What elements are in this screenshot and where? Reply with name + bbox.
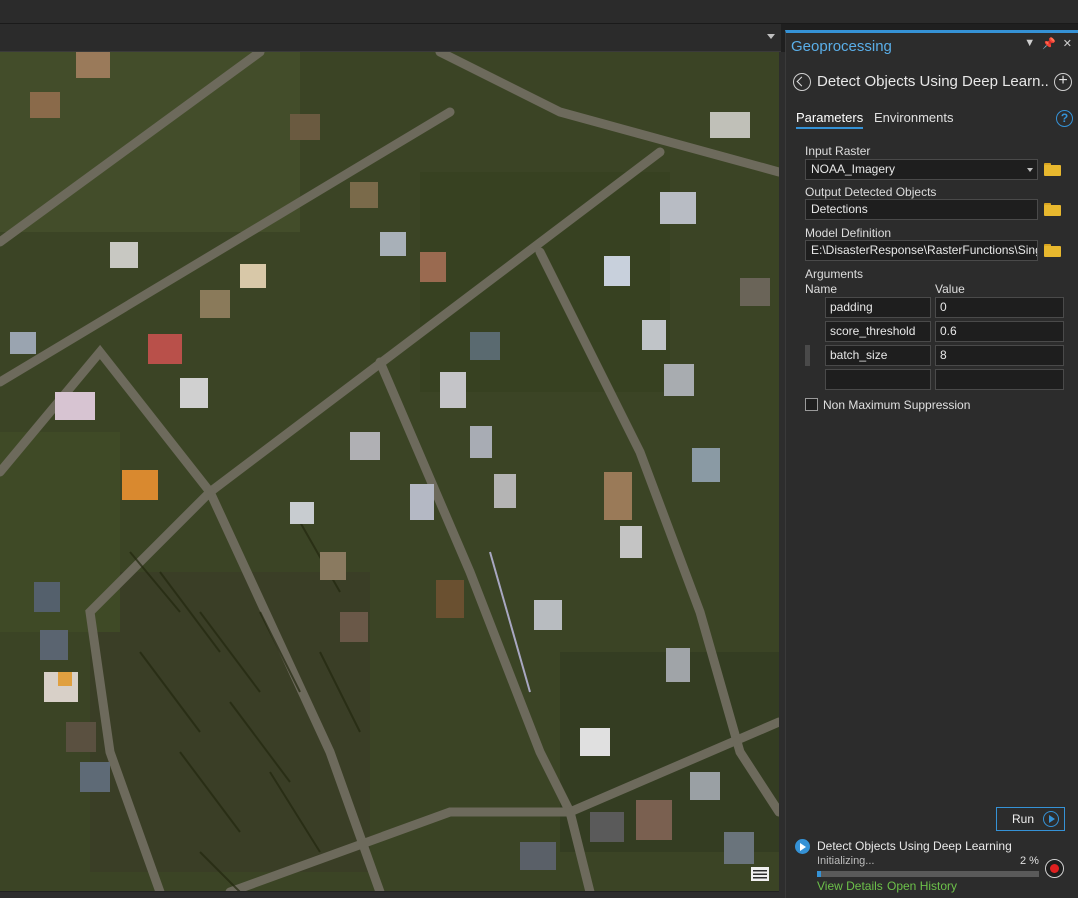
geoprocessing-pane: Geoprocessing ▼ 📌 ✕ Detect Objects Using… — [785, 30, 1078, 898]
map-view-tab-strip — [0, 24, 781, 52]
pane-controls: ▼ 📌 ✕ — [1024, 37, 1072, 50]
run-label: Run — [1012, 812, 1035, 826]
dropdown-icon[interactable]: ▼ — [1024, 37, 1035, 50]
view-details-link[interactable]: View Details — [817, 879, 883, 893]
progress-bar — [817, 871, 1039, 877]
name-column-header: Name — [805, 282, 838, 296]
progress-percent: 2 % — [1020, 855, 1039, 867]
argument-name-cell[interactable]: batch_size — [825, 345, 931, 366]
argument-name-cell[interactable]: score_threshold — [825, 321, 931, 342]
argument-name-cell[interactable]: padding — [825, 297, 931, 318]
model-definition-value: E:\DisasterResponse\RasterFunctions\Sing… — [811, 243, 1038, 257]
pin-icon[interactable]: 📌 — [1042, 37, 1056, 50]
arguments-label: Arguments — [805, 267, 864, 281]
argument-value-cell[interactable]: 0 — [935, 297, 1064, 318]
tab-parameters[interactable]: Parameters — [796, 110, 864, 129]
output-objects-label: Output Detected Objects — [805, 185, 937, 199]
add-plus-icon[interactable]: + — [1054, 73, 1072, 91]
progress-status: Initializing... — [817, 855, 875, 867]
input-raster-value: NOAA_Imagery — [811, 162, 896, 176]
view-tabs-dropdown-icon[interactable] — [767, 34, 775, 39]
help-icon[interactable]: ? — [1056, 110, 1073, 127]
nms-label[interactable]: Non Maximum Suppression — [823, 398, 970, 412]
argument-value-cell[interactable]: 8 — [935, 345, 1064, 366]
map-view[interactable] — [0, 52, 779, 892]
model-definition-field[interactable]: E:\DisasterResponse\RasterFunctions\Sing… — [805, 240, 1038, 261]
nms-checkbox[interactable] — [805, 398, 818, 411]
play-icon — [795, 839, 810, 854]
chevron-down-icon[interactable] — [1027, 168, 1033, 172]
row-drag-handle[interactable] — [805, 345, 810, 366]
argument-name-cell[interactable] — [825, 369, 931, 390]
app-top-bar — [0, 0, 1078, 24]
tab-environments[interactable]: Environments — [874, 110, 953, 125]
table-icon[interactable] — [748, 864, 772, 884]
argument-value-cell[interactable] — [935, 369, 1064, 390]
argument-value-cell[interactable]: 0.6 — [935, 321, 1064, 342]
progress-tool-name: Detect Objects Using Deep Learning — [817, 839, 1012, 853]
map-horizontal-scrollbar[interactable] — [0, 892, 785, 898]
pane-title: Geoprocessing — [791, 38, 892, 55]
input-raster-select[interactable]: NOAA_Imagery — [805, 159, 1038, 180]
tool-title: Detect Objects Using Deep Learn... — [817, 73, 1049, 90]
input-raster-label: Input Raster — [805, 144, 871, 158]
progress-bar-fill — [817, 871, 822, 877]
back-arrow-icon[interactable] — [793, 73, 811, 91]
folder-icon[interactable] — [1044, 163, 1061, 176]
close-icon[interactable]: ✕ — [1063, 37, 1072, 50]
output-objects-value: Detections — [811, 202, 868, 216]
folder-icon[interactable] — [1044, 203, 1061, 216]
aerial-imagery — [0, 52, 779, 892]
value-column-header: Value — [935, 282, 965, 296]
run-button[interactable]: Run — [996, 807, 1065, 831]
play-icon — [1043, 811, 1059, 827]
folder-icon[interactable] — [1044, 244, 1061, 257]
stop-icon[interactable] — [1045, 859, 1064, 878]
output-objects-field[interactable]: Detections — [805, 199, 1038, 220]
open-history-link[interactable]: Open History — [887, 879, 957, 893]
model-definition-label: Model Definition — [805, 226, 892, 240]
